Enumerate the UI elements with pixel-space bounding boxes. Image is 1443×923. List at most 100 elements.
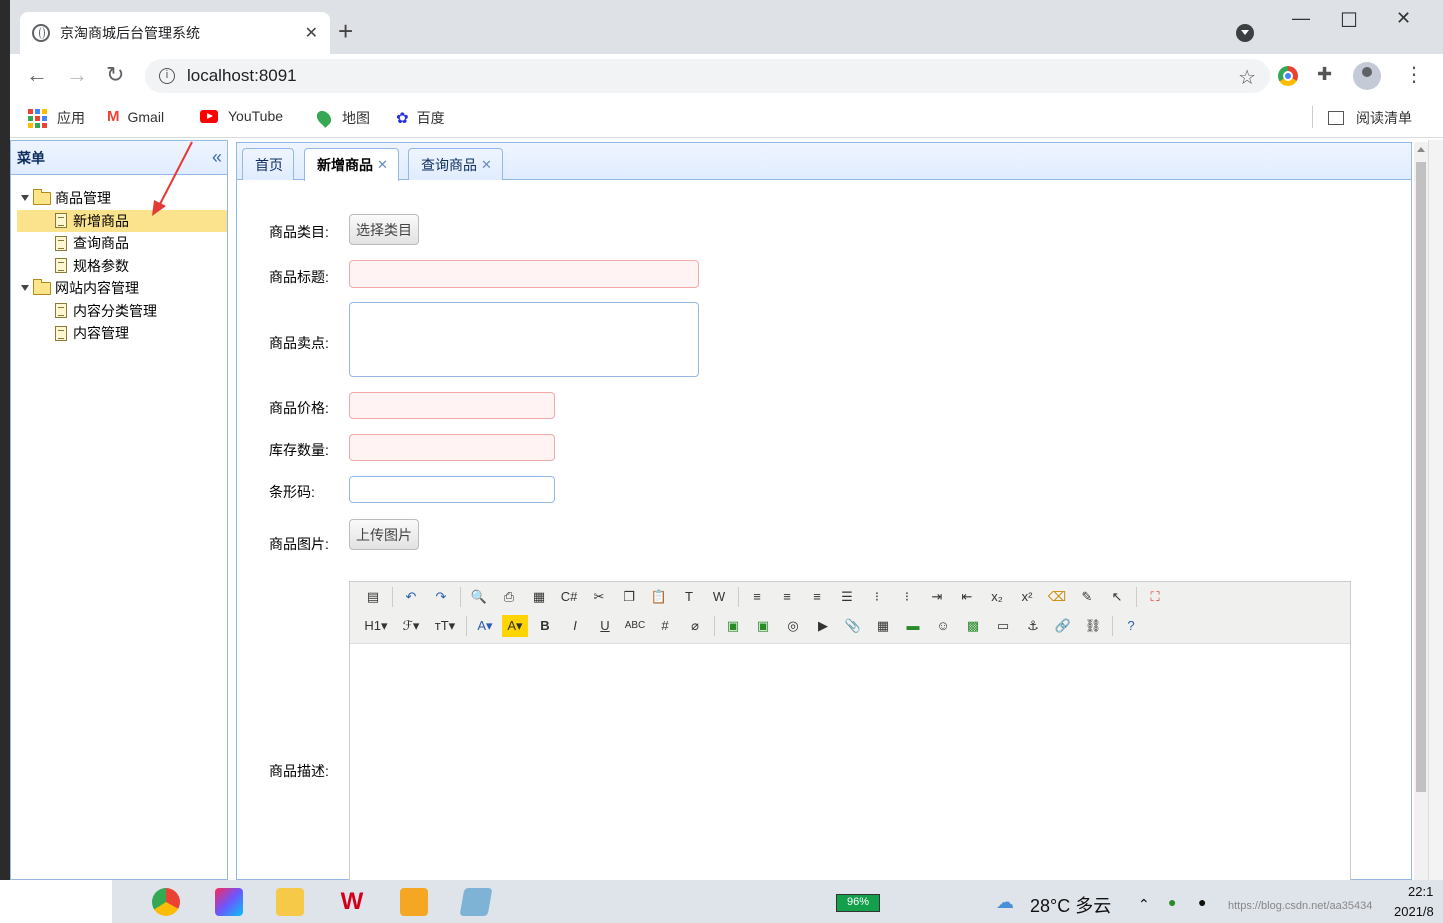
tab-home[interactable]: 首页 [242, 148, 294, 180]
underline-icon[interactable]: U [592, 615, 618, 637]
code-icon[interactable]: C# [556, 586, 582, 608]
notes-taskbar-icon[interactable] [459, 888, 493, 916]
bookmark-maps[interactable]: 地图 [314, 108, 370, 128]
bookmark-apps[interactable]: 应用 [28, 108, 85, 128]
explorer-folder-icon[interactable] [276, 888, 304, 916]
bookmark-youtube[interactable]: YouTube [200, 108, 283, 124]
weather-text[interactable]: 28°C 多云 [1030, 892, 1111, 918]
intellij-taskbar-icon[interactable] [215, 888, 243, 916]
forward-icon[interactable]: → [66, 64, 88, 86]
tab-close-icon[interactable]: ✕ [377, 157, 388, 173]
select-all-icon[interactable]: ↖ [1104, 586, 1130, 608]
emoticon-icon[interactable]: ☺ [930, 615, 956, 637]
tab-close-icon[interactable]: ✕ [481, 157, 492, 173]
page-scrollbar[interactable] [1414, 142, 1428, 880]
extensions-puzzle-icon[interactable]: ✚ [1317, 64, 1332, 85]
title-input[interactable] [349, 260, 699, 288]
align-right-icon[interactable]: ≡ [804, 586, 830, 608]
anchor-icon[interactable]: ⚓ [1020, 615, 1046, 637]
superscript-icon[interactable]: x² [1014, 586, 1040, 608]
remove-format-icon[interactable]: ⌀ [682, 615, 708, 637]
tab-query-goods[interactable]: 查询商品 ✕ [408, 148, 503, 180]
table-icon[interactable]: ▦ [870, 615, 896, 637]
close-tab-icon[interactable]: ✕ [305, 23, 318, 43]
heading-icon[interactable]: H1▾ [360, 615, 392, 637]
tree-item-query-goods[interactable]: 查询商品 [11, 232, 227, 255]
new-tab-button[interactable]: + [338, 18, 353, 44]
flash-icon[interactable]: ◎ [780, 615, 806, 637]
tree-item-content-category[interactable]: 内容分类管理 [11, 300, 227, 323]
font-family-icon[interactable]: ℱ▾ [396, 615, 426, 637]
profile-avatar[interactable] [1353, 62, 1381, 90]
tab-add-goods[interactable]: 新增商品 ✕ [304, 148, 399, 181]
barcode-input[interactable] [349, 476, 555, 503]
sell-point-textarea[interactable] [349, 302, 699, 377]
bookmark-gmail[interactable]: M Gmail [107, 108, 164, 125]
subscript-icon[interactable]: x₂ [984, 586, 1010, 608]
wechat-tray-icon[interactable]: ● [1168, 894, 1176, 910]
cut-icon[interactable]: ✂ [586, 586, 612, 608]
italic-icon[interactable]: I [562, 615, 588, 637]
redo-icon[interactable]: ↷ [428, 586, 454, 608]
undo-icon[interactable]: ↶ [398, 586, 424, 608]
line-height-icon[interactable]: # [652, 615, 678, 637]
highlight-color-icon[interactable]: A▾ [502, 614, 528, 637]
stock-input[interactable] [349, 434, 555, 461]
paste-word-icon[interactable]: W [706, 586, 732, 608]
unlink-icon[interactable]: ⛓ [1080, 615, 1106, 637]
bookmark-baidu[interactable]: ✿ 百度 [396, 108, 445, 128]
site-info-icon[interactable]: i [159, 68, 175, 84]
scrollbar-thumb[interactable] [1416, 162, 1426, 792]
quick-format-icon[interactable]: ✎ [1074, 586, 1100, 608]
media-icon[interactable]: ▶ [810, 615, 836, 637]
reload-icon[interactable]: ↻ [106, 64, 124, 86]
horizontal-rule-icon[interactable]: ▬ [900, 615, 926, 637]
back-icon[interactable]: ← [26, 64, 48, 86]
tree-item-content-manage[interactable]: 内容管理 [11, 322, 227, 345]
expanded-arrow-icon[interactable] [21, 195, 29, 202]
attachment-icon[interactable]: 📎 [840, 615, 866, 637]
maximize-button[interactable]: ☐ [1340, 8, 1358, 33]
price-input[interactable] [349, 392, 555, 419]
paste-text-icon[interactable]: T [676, 586, 702, 608]
fullscreen-icon[interactable]: ⛶ [1142, 586, 1168, 608]
tab-search-icon[interactable] [1236, 24, 1254, 42]
multi-image-icon[interactable]: ▣ [750, 615, 776, 637]
outdent-icon[interactable]: ⇤ [954, 586, 980, 608]
tree-group-site-content[interactable]: 网站内容管理 [11, 277, 227, 300]
select-category-button[interactable]: 选择类目 [349, 214, 419, 245]
browser-menu-icon[interactable]: ⋮ [1404, 62, 1424, 87]
help-icon[interactable]: ? [1118, 615, 1144, 637]
strikethrough-icon[interactable]: ABC [622, 615, 648, 637]
wps-taskbar-icon[interactable]: W [338, 888, 366, 916]
qq-tray-icon[interactable]: ● [1198, 894, 1206, 910]
paste-icon[interactable]: 📋 [646, 586, 672, 608]
clear-format-icon[interactable]: ⌫ [1044, 586, 1070, 608]
expanded-arrow-icon[interactable] [21, 285, 29, 292]
preview-icon[interactable]: 🔍 [466, 586, 492, 608]
font-color-icon[interactable]: A▾ [472, 615, 498, 637]
tree-item-spec-params[interactable]: 规格参数 [11, 255, 227, 278]
chrome-taskbar-icon[interactable] [152, 888, 180, 916]
image-icon[interactable]: ▣ [720, 615, 746, 637]
link-icon[interactable]: 🔗 [1050, 615, 1076, 637]
tray-expand-icon[interactable]: ⌃ [1138, 896, 1150, 913]
align-left-icon[interactable]: ≡ [744, 586, 770, 608]
minimize-button[interactable]: — [1292, 8, 1310, 29]
ordered-list-icon[interactable]: ⁝ [864, 586, 890, 608]
print-icon[interactable]: ⎙ [496, 586, 522, 608]
copy-icon[interactable]: ❐ [616, 586, 642, 608]
unordered-list-icon[interactable]: ⁝ [894, 586, 920, 608]
scroll-up-arrow-icon[interactable] [1417, 147, 1425, 152]
upload-image-button[interactable]: 上传图片 [349, 519, 419, 550]
media-player-icon[interactable] [400, 888, 428, 916]
source-icon[interactable]: ▤ [360, 586, 386, 608]
browser-tab[interactable]: 京淘商城后台管理系统 ✕ [20, 12, 330, 54]
close-window-button[interactable]: ✕ [1396, 8, 1411, 29]
font-size-icon[interactable]: тT▾ [430, 615, 460, 637]
indent-icon[interactable]: ⇥ [924, 586, 950, 608]
bookmark-star-icon[interactable]: ☆ [1238, 65, 1256, 90]
bold-icon[interactable]: B [532, 615, 558, 637]
justify-icon[interactable]: ☰ [834, 586, 860, 608]
template-icon[interactable]: ▦ [526, 586, 552, 608]
